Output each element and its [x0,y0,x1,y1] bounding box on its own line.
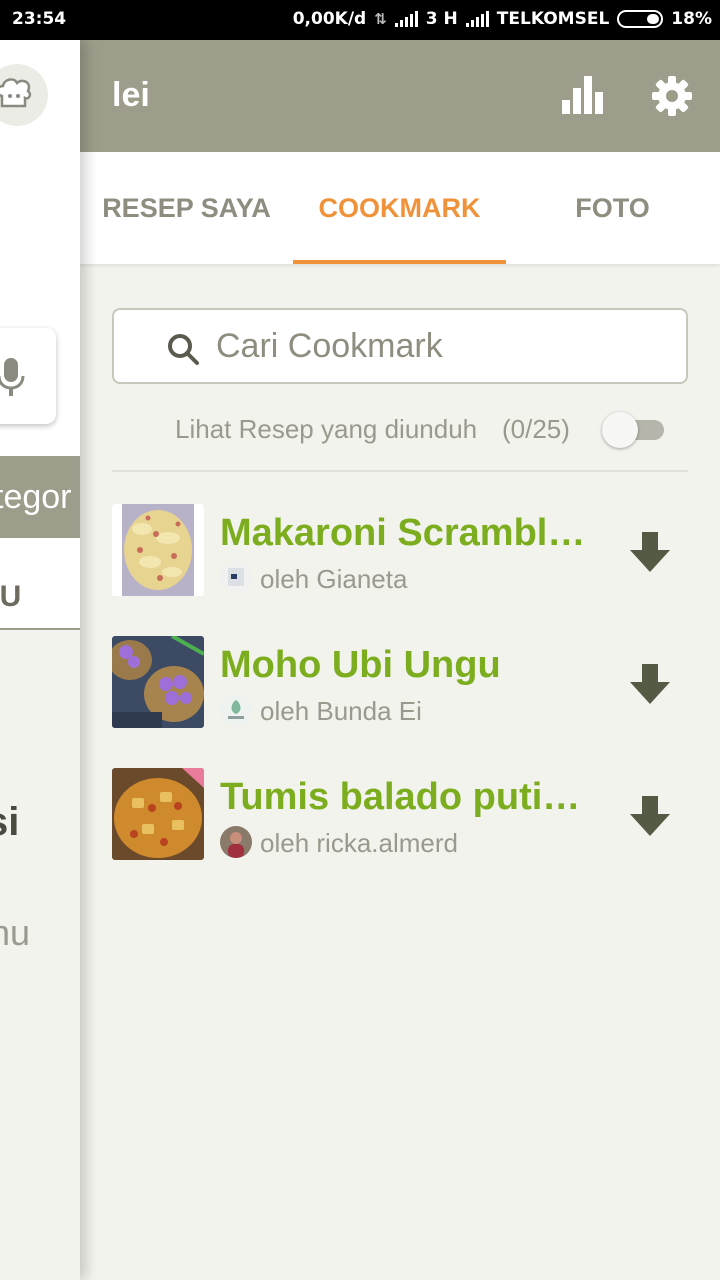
tab-bar: RESEP SAYA COOKMARK FOTO [80,152,720,264]
drawer-item-category[interactable]: tegor [0,456,80,538]
avatar [220,562,252,594]
tab-cookmark[interactable]: COOKMARK [293,152,506,264]
navigation-drawer[interactable]: tegor KU si nu [0,40,80,1280]
recipe-title[interactable]: Moho Ubi Ungu [220,644,592,687]
downloaded-count: (0/25) [502,414,570,444]
divider [112,470,688,472]
avatar [220,826,252,858]
signal-icon-2 [465,11,489,27]
page-title: lei [112,76,150,114]
list-item[interactable]: Moho Ubi Ungu oleh Bunda Ei [112,636,688,728]
downloaded-label: Lihat Resep yang diunduh [175,414,478,444]
stats-button[interactable] [558,74,606,118]
drawer-section-heading: si [0,800,20,844]
download-button[interactable] [628,530,672,574]
recipe-title[interactable]: Makaroni Scrambl… [220,512,592,555]
drawer-item-mu[interactable]: nu [0,912,80,954]
voice-search-button[interactable] [0,328,56,424]
download-arrow-icon [630,664,670,704]
download-button[interactable] [628,662,672,706]
recipe-thumbnail [112,768,204,860]
network-speed: 0,00K/d [292,9,367,29]
downloaded-filter-row: Lihat Resep yang diunduh (0/25) [112,404,688,452]
gear-icon [652,76,692,116]
downloaded-toggle[interactable] [602,412,666,448]
download-arrow-icon [630,532,670,572]
search-box[interactable] [112,308,688,384]
app-header: lei [80,40,720,152]
bar-chart-icon [562,76,603,114]
recipe-thumbnail [112,636,204,728]
carrier-name: TELKOMSEL [496,9,610,29]
avatar [220,694,252,726]
toggle-knob [602,412,638,448]
settings-button[interactable] [650,74,694,118]
recipe-author: oleh Bunda Ei [260,696,422,726]
data-transfer-icon: ⇅ [374,10,387,28]
tab-resep-saya[interactable]: RESEP SAYA [80,152,293,264]
signal-icon [394,11,418,27]
status-time: 23:54 [12,9,67,29]
recipe-author: oleh Gianeta [260,564,408,594]
recipe-title[interactable]: Tumis balado puti… [220,776,592,819]
recipe-author: oleh ricka.almerd [260,828,458,858]
search-input[interactable] [216,310,656,382]
recipe-thumbnail [112,504,204,596]
network-type: 3 H [425,9,458,29]
status-bar: 23:54 0,00K/d ⇅ 3 H TELKOMSEL 18% [0,0,720,40]
search-icon [168,334,199,365]
battery-icon [617,10,664,28]
tab-foto[interactable]: FOTO [506,152,719,264]
list-item[interactable]: Makaroni Scrambl… oleh Gianeta [112,504,688,596]
drawer-item-ku[interactable]: KU [0,538,80,630]
list-item[interactable]: Tumis balado puti… oleh ricka.almerd [112,768,688,860]
battery-level: 18% [671,9,712,29]
download-button[interactable] [628,794,672,838]
download-arrow-icon [630,796,670,836]
